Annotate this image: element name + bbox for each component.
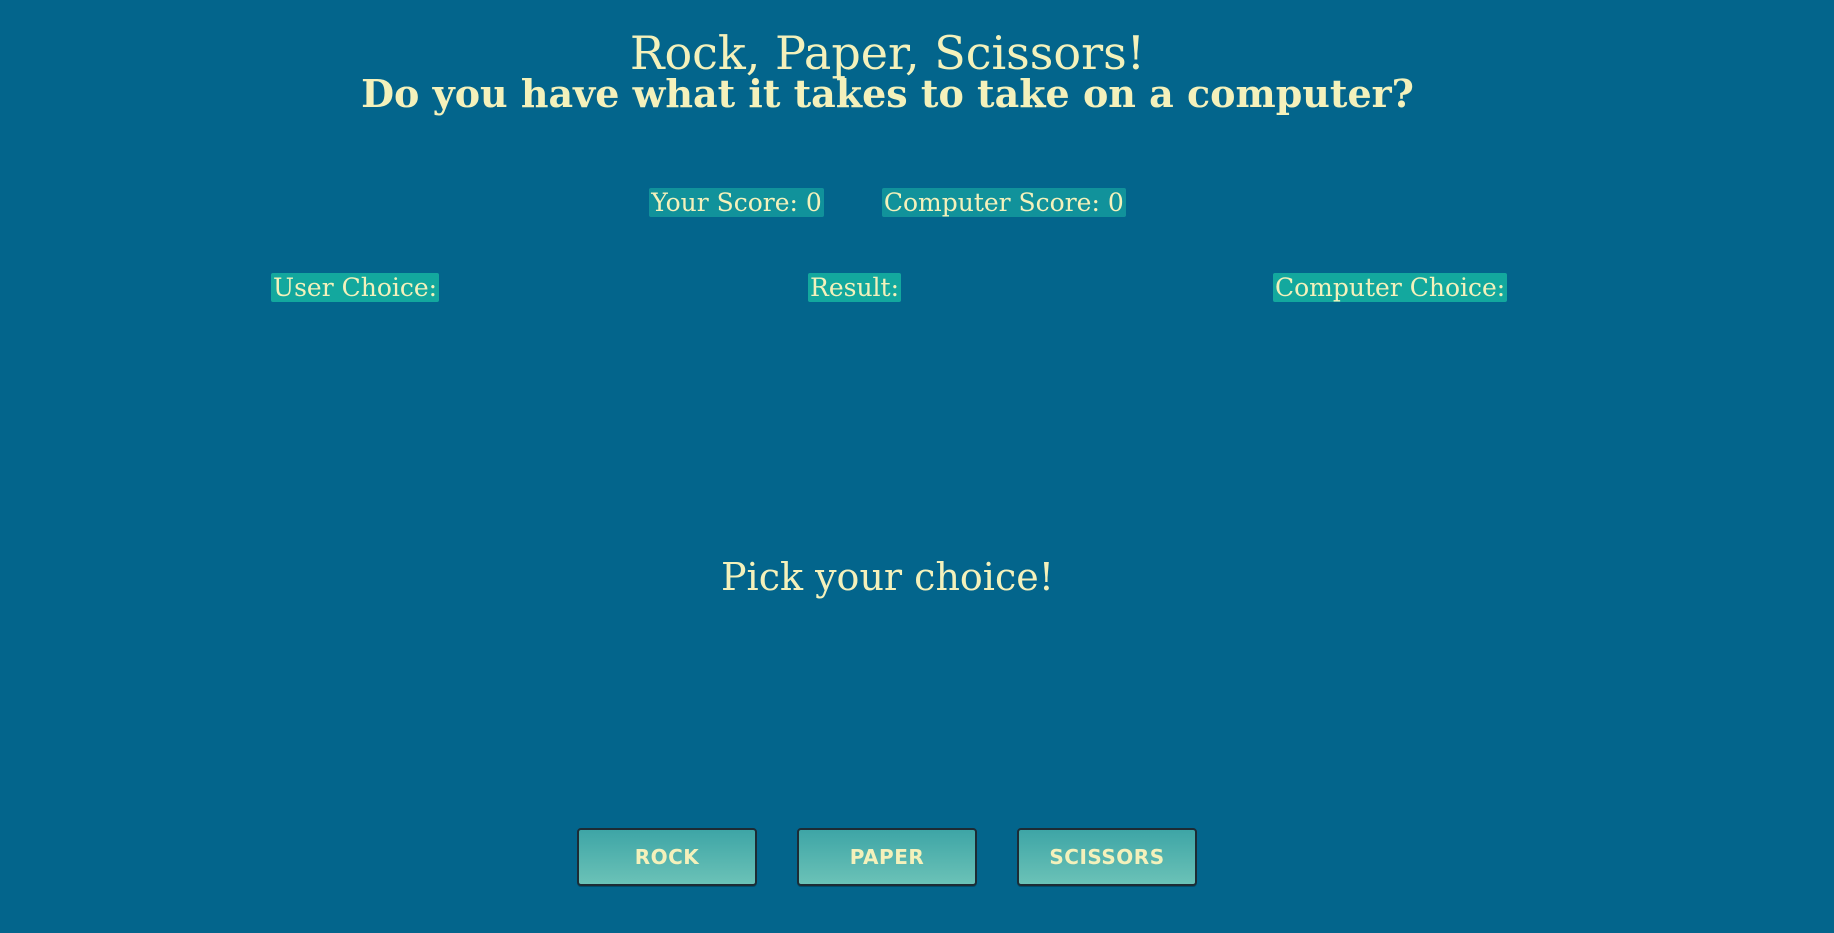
game-page: Rock, Paper, Scissors! Do you have what …: [0, 0, 1834, 933]
page-subtitle: Do you have what it takes to take on a c…: [361, 71, 1414, 116]
paper-button[interactable]: PAPER: [797, 828, 977, 886]
rock-button[interactable]: ROCK: [577, 828, 757, 886]
scissors-button[interactable]: SCISSORS: [1017, 828, 1197, 886]
computer-choice-label: Computer Choice:: [1273, 273, 1508, 302]
scoreboard: Your Score: 0 Computer Score: 0: [0, 188, 1775, 217]
status-message: Pick your choice!: [720, 555, 1054, 599]
result-label: Result:: [808, 273, 902, 302]
user-choice-label: User Choice:: [271, 273, 440, 302]
computer-score: Computer Score: 0: [881, 188, 1126, 217]
your-score: Your Score: 0: [649, 188, 824, 217]
